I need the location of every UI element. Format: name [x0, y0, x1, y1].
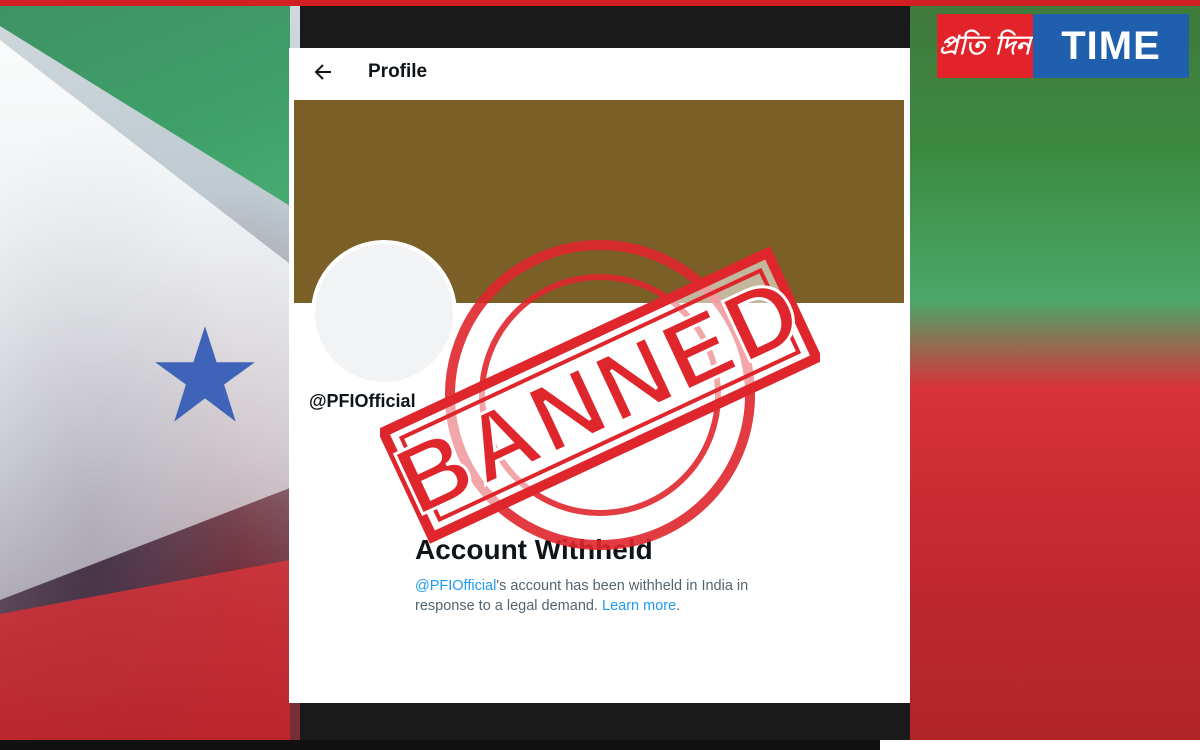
- withheld-title: Account Withheld: [415, 534, 653, 565]
- logo-bengali-text: প্রতি দিন: [937, 14, 1033, 78]
- twitter-profile-card: Profile @PFIOfficial Account Withheld @P…: [289, 48, 910, 703]
- withheld-message: @PFIOfficial's account has been withheld…: [415, 576, 795, 616]
- page-title: Profile: [368, 61, 428, 82]
- withheld-period: .: [676, 598, 681, 614]
- top-stripe: [0, 0, 1200, 6]
- arrow-left-icon[interactable]: [311, 60, 335, 84]
- profile-handle: @PFIOfficial: [309, 391, 416, 411]
- logo-time-text: TIME: [1033, 14, 1189, 78]
- avatar[interactable]: [311, 240, 457, 386]
- sangbad-pratidin-time-logo: প্রতি দিন TIME: [937, 14, 1189, 78]
- learn-more-link[interactable]: Learn more: [602, 598, 676, 614]
- star-icon: [155, 326, 255, 422]
- bottom-stripe-white: [880, 740, 1200, 750]
- profile-header: Profile: [289, 48, 910, 98]
- right-crowd-photo: [910, 6, 1200, 740]
- withheld-handle-link[interactable]: @PFIOfficial: [415, 578, 496, 594]
- bottom-stripe: [0, 740, 880, 750]
